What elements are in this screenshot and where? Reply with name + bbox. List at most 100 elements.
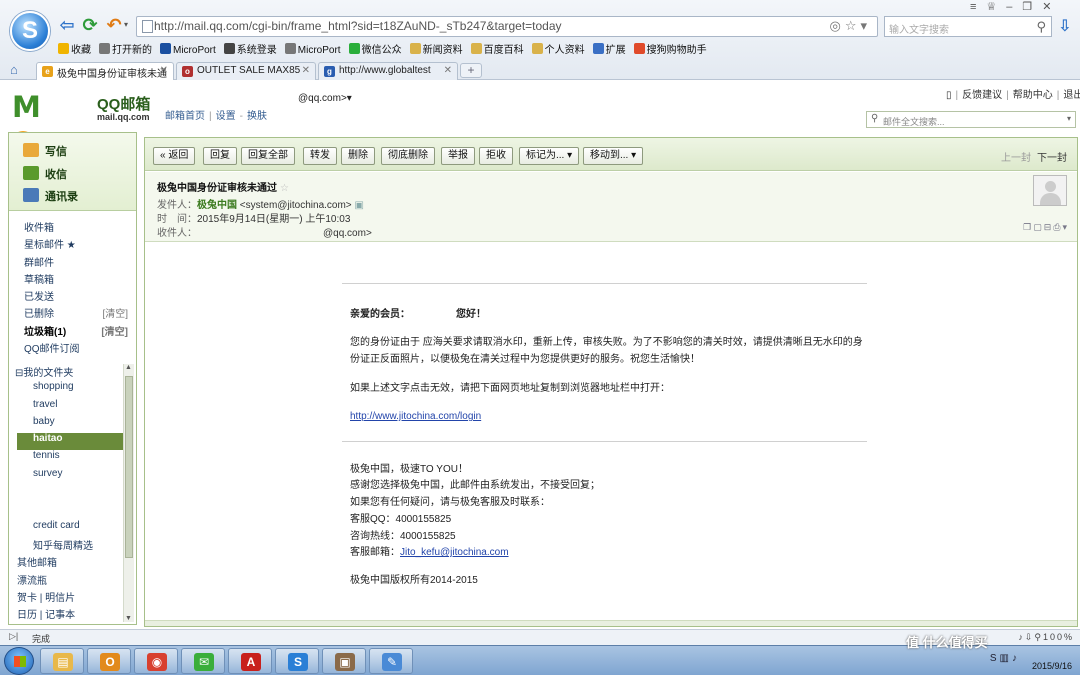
toolbar-button[interactable]: 彻底删除 [381,147,435,165]
compose-button[interactable]: 写信 [23,143,67,159]
folder-item[interactable]: 星标邮件 ★ [9,236,136,253]
my-folder-item[interactable]: credit card [9,520,124,537]
contacts-button[interactable]: 通讯录 [23,188,78,204]
sidebar-extra-item[interactable]: 其他邮箱 [9,554,124,571]
bookmark-item[interactable]: MicroPort [284,43,341,56]
undo-dropdown-icon[interactable]: ▾ [124,20,128,29]
tab-globaltest[interactable]: g http://www.globaltest ✕ [318,62,458,80]
my-folder-item[interactable]: baby [9,416,124,433]
tab-close-icon[interactable]: ✕ [444,65,452,76]
taskbar-app[interactable]: S [275,648,319,674]
phone-icon[interactable]: ▯ [946,90,952,101]
bookmark-item[interactable]: 收藏 [58,41,91,56]
sender-avatar[interactable] [1033,175,1067,206]
folder-item[interactable]: QQ邮件订阅 [9,340,136,357]
my-folder-item[interactable]: shopping [9,381,124,398]
bookmark-item[interactable]: 扩展 [592,41,626,56]
sidebar-extra-item[interactable]: 日历 | 记事本 [9,606,124,623]
my-folder-item[interactable]: haitao [17,433,124,451]
new-tab-button[interactable]: + [460,63,482,78]
sidebar-scrollbar[interactable]: ▲ ▼ [123,364,134,622]
quick-reply-bar[interactable] [145,620,1077,626]
sidebar-extra-item[interactable]: 漂流瓶 [9,572,124,589]
my-folder-item[interactable] [9,485,124,502]
empty-folder-link[interactable]: [清空] [102,305,128,320]
url-text[interactable]: http://mail.qq.com/cgi-bin/frame_html?si… [154,19,562,33]
bookmark-item[interactable]: 百度百科 [470,41,524,56]
receive-button[interactable]: 收信 [23,166,67,182]
link-help[interactable]: 帮助中心 [1013,90,1053,101]
link-logout[interactable]: 退出 [1063,90,1080,101]
address-bar[interactable]: http://mail.qq.com/cgi-bin/frame_html?si… [136,16,878,37]
bookmark-item[interactable]: 系统登录 [223,41,277,56]
toolbar-button[interactable]: 回复 [203,147,237,165]
scroll-up-icon[interactable]: ▲ [125,364,132,371]
favorite-star-icon[interactable]: ☆ [845,18,861,33]
taskbar-app[interactable]: O [87,648,131,674]
close-icon[interactable]: ✕ [1042,1,1061,13]
next-mail-link[interactable]: 下一封 [1037,153,1067,164]
toolbar-button[interactable]: 拒收 [479,147,513,165]
empty-folder-link[interactable]: [清空] [101,323,128,338]
search-icon[interactable]: ⚲ [1036,19,1046,35]
minimize-icon[interactable]: – [1006,1,1022,13]
folder-item[interactable]: 群邮件 [9,254,136,271]
zoom-icon[interactable]: ⚲ [1034,632,1043,642]
link-settings[interactable]: 设置 [216,111,236,122]
sidebar-extra-item[interactable]: 贺卡 | 明信片 [9,589,124,606]
star-icon[interactable]: ☆ [280,183,289,194]
address-bar-icons[interactable]: ◎☆▾ [829,18,871,34]
clock-date[interactable]: 2015/9/16 [1032,661,1072,671]
tab-outlet-sale[interactable]: o OUTLET SALE MAX85 ✕ [176,62,316,80]
bookmark-item[interactable]: 新闻资料 [409,41,463,56]
browser-search-input[interactable]: 输入文字搜索 ⚲ [884,16,1052,37]
sogou-browser-logo-icon[interactable]: S [10,11,50,51]
chevron-down-icon[interactable]: ▾ [347,93,352,104]
taskbar-app[interactable]: ◉ [134,648,178,674]
scroll-down-icon[interactable]: ▼ [125,615,132,622]
status-toggle-icon[interactable]: ▷| [9,631,18,642]
shield-icon[interactable]: ◎ [829,18,844,33]
link-feedback[interactable]: 反馈建议 [962,90,1002,101]
tab-close-icon[interactable]: ✕ [302,65,310,76]
toolbar-button[interactable]: 转发 [303,147,337,165]
new-window-icon[interactable]: ❐ [1023,222,1033,232]
toolbar-button[interactable]: 回复全部 [241,147,295,165]
restore-icon[interactable]: ❐ [1022,1,1042,13]
bookmark-item[interactable]: 微信公众 [348,41,402,56]
sogou-ime-icon[interactable]: S [990,653,1000,664]
toolbar-button[interactable]: 标记为... ▾ [519,147,580,165]
tab-close-icon[interactable]: ✕ [160,65,168,76]
support-email-link[interactable]: Jito_kefu@jitochina.com [400,547,509,558]
taskbar-app[interactable]: ✎ [369,648,413,674]
link-mail-home[interactable]: 邮箱首页 [165,111,205,122]
my-folder-item[interactable]: survey [9,468,124,485]
folder-item[interactable]: 垃圾箱(1) [清空] [9,323,136,340]
chevron-down-icon[interactable]: ▾ [860,18,871,33]
home-icon[interactable]: ⌂ [10,62,18,77]
chevron-down-icon[interactable]: ▾ [1062,222,1069,232]
download-icon[interactable]: ⇩ [1058,16,1071,36]
link-change-skin[interactable]: 换肤 [247,111,267,122]
download-icon[interactable]: ⇩ [1025,632,1035,642]
my-folder-item[interactable]: travel [9,399,124,416]
menu-icon[interactable]: ≡ [970,1,986,13]
start-button[interactable] [4,647,34,675]
login-link[interactable]: http://www.jitochina.com/login [350,410,481,424]
undo-icon[interactable]: ↶ [104,14,124,36]
mail-search-input[interactable]: ⚲ 邮件全文搜索... ▾ [866,111,1076,128]
folder-item[interactable]: 草稿箱 [9,271,136,288]
my-folder-item[interactable] [9,502,124,519]
folder-item[interactable]: 收件箱 [9,219,136,236]
taskbar-app[interactable]: ▤ [40,648,84,674]
toolbar-button[interactable]: 举报 [441,147,475,165]
network-icon[interactable]: ▥ [1000,653,1012,664]
prev-mail-link[interactable]: 上一封 [1001,153,1031,164]
folder-item[interactable]: 已删除 [清空] [9,305,136,322]
tab-qq-mail[interactable]: e 极兔中国身份证审核未通 ✕ [36,62,174,81]
contact-card-icon[interactable]: ▣ [354,200,363,211]
zoom-level[interactable]: 100% [1043,632,1074,642]
bookmark-item[interactable]: MicroPort [160,43,216,56]
back-arrow-icon[interactable]: ⇦ [57,14,77,36]
my-folder-item[interactable]: 知乎每周精选 [9,537,124,554]
